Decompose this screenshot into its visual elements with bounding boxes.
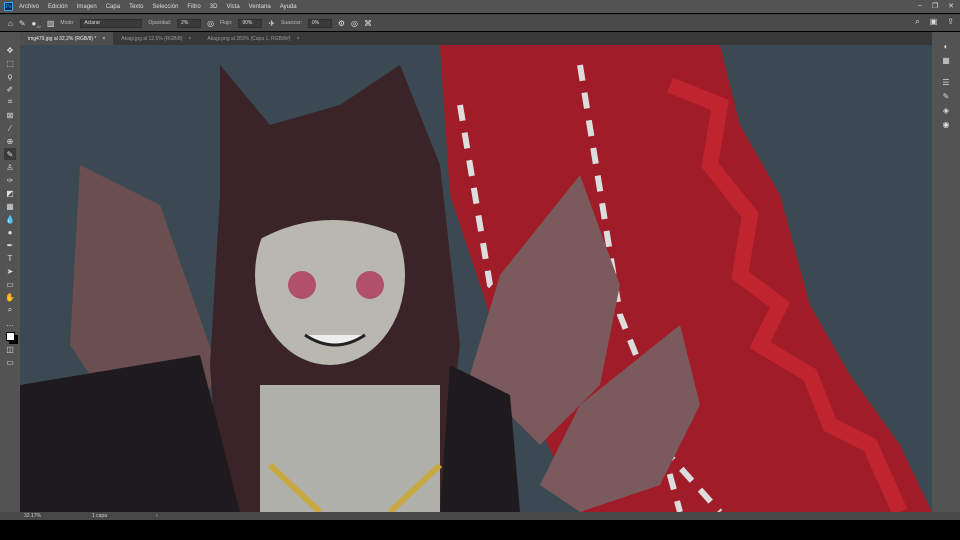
- brush-settings-icon[interactable]: ▨: [47, 19, 55, 28]
- tab-label: Akagi.png al 283% (Capa 1, RGB/8#): [207, 35, 291, 42]
- share-icon[interactable]: ⇪: [947, 17, 954, 27]
- tools-panel: ✥ ⬚ ϙ ✐ ⌗ ⊠ ⁄ ⊕ ✎ ♙ ✑ ◩ ▦ 💧 ● ✒ T ➤ ▭ ✋ …: [0, 32, 20, 512]
- menu-vista[interactable]: Vista: [226, 4, 239, 10]
- move-tool-icon[interactable]: ✥: [4, 44, 16, 56]
- menu-seleccion[interactable]: Selección: [152, 4, 178, 10]
- swatches-panel-icon[interactable]: ▦: [942, 56, 950, 65]
- flow-label: Flujo:: [220, 20, 233, 26]
- status-bar: 32.17% 1 capa ›: [0, 512, 960, 520]
- more-tools-icon[interactable]: …: [4, 317, 16, 329]
- color-swatches-icon[interactable]: [4, 330, 16, 342]
- mode-select[interactable]: Aclarar: [80, 18, 143, 28]
- restore-icon[interactable]: ❐: [932, 2, 938, 10]
- path-select-icon[interactable]: ➤: [4, 265, 16, 277]
- stamp-tool-icon[interactable]: ♙: [4, 161, 16, 173]
- brush-tool-icon[interactable]: ✎: [4, 148, 16, 160]
- gradient-tool-icon[interactable]: ▦: [4, 200, 16, 212]
- close-tab-icon[interactable]: ×: [188, 36, 191, 42]
- options-bar: ⌂ ✎ ● 30 ▨ Modo: Aclarar Opacidad: 2% ◎ …: [0, 14, 960, 31]
- menu-ayuda[interactable]: Ayuda: [280, 4, 297, 10]
- close-window-icon[interactable]: ✕: [948, 2, 954, 10]
- frame-tool-icon[interactable]: ⊠: [4, 109, 16, 121]
- tab-akagi-jpg[interactable]: Akagi.jpg al 12,5% (RGB/8) ×: [113, 32, 199, 45]
- quick-select-tool-icon[interactable]: ✐: [4, 83, 16, 95]
- menu-texto[interactable]: Texto: [129, 4, 143, 10]
- screen-mode-icon[interactable]: ▭: [4, 356, 16, 368]
- gear-icon[interactable]: ⚙: [338, 19, 345, 28]
- flow-field[interactable]: 90%: [238, 18, 263, 28]
- tab-label: Akagi.jpg al 12,5% (RGB/8): [121, 35, 183, 42]
- tab-img479[interactable]: img479.jpg al 32,2% (RGB/8) * ×: [20, 32, 114, 45]
- dodge-tool-icon[interactable]: ●: [4, 226, 16, 238]
- smooth-field[interactable]: 0%: [307, 18, 332, 28]
- pen-tool-icon[interactable]: ✒: [4, 239, 16, 251]
- color-panel-icon[interactable]: ◐: [944, 42, 949, 51]
- smooth-label: Suavizar:: [281, 20, 302, 26]
- eraser-tool-icon[interactable]: ◩: [4, 187, 16, 199]
- mode-label: Modo:: [60, 20, 75, 26]
- document-tabs: img479.jpg al 32,2% (RGB/8) * × Akagi.jpg…: [20, 32, 932, 45]
- type-tool-icon[interactable]: T: [4, 252, 16, 264]
- right-panel-dock: ◐ ▦ ☰ ✎ ◈ ◉: [932, 32, 960, 512]
- menu-ventana[interactable]: Ventana: [249, 4, 271, 10]
- healing-tool-icon[interactable]: ⊕: [4, 135, 16, 147]
- artwork-image: [20, 45, 932, 512]
- airbrush-icon[interactable]: ✈: [268, 19, 275, 28]
- status-arrow-icon[interactable]: ›: [156, 513, 158, 519]
- opacity-label: Opacidad:: [148, 20, 172, 26]
- marquee-tool-icon[interactable]: ⬚: [4, 57, 16, 69]
- home-icon[interactable]: ⌂: [8, 19, 13, 28]
- brush-tool-icon[interactable]: ✎: [19, 19, 26, 28]
- brushes-panel-icon[interactable]: ✎: [943, 92, 950, 101]
- document-canvas[interactable]: [20, 45, 932, 512]
- menu-3d[interactable]: 3D: [210, 4, 218, 10]
- close-tab-icon[interactable]: ×: [296, 36, 299, 42]
- symmetry-icon[interactable]: ⌘: [364, 19, 372, 28]
- zoom-tool-icon[interactable]: ⌕: [4, 304, 16, 316]
- history-brush-icon[interactable]: ✑: [4, 174, 16, 186]
- close-tab-icon[interactable]: ×: [102, 36, 105, 42]
- layer-count: 1 capa: [92, 513, 108, 519]
- tab-label: img479.jpg al 32,2% (RGB/8) *: [28, 35, 97, 42]
- eyedropper-tool-icon[interactable]: ⁄: [4, 122, 16, 134]
- menu-capa[interactable]: Capa: [106, 4, 120, 10]
- opacity-field[interactable]: 2%: [177, 18, 202, 28]
- crop-tool-icon[interactable]: ⌗: [4, 96, 16, 108]
- menu-imagen[interactable]: Imagen: [77, 4, 97, 10]
- tab-akagi-png[interactable]: Akagi.png al 283% (Capa 1, RGB/8#) ×: [199, 32, 307, 45]
- hand-tool-icon[interactable]: ✋: [4, 291, 16, 303]
- blur-tool-icon[interactable]: 💧: [4, 213, 16, 225]
- lasso-tool-icon[interactable]: ϙ: [4, 70, 16, 82]
- menu-edicion[interactable]: Edición: [48, 4, 68, 10]
- photoshop-logo-icon: Ps: [4, 2, 13, 11]
- minimize-icon[interactable]: –: [918, 2, 922, 10]
- zoom-level[interactable]: 32.17%: [24, 513, 92, 519]
- pressure-opacity-icon[interactable]: ◎: [207, 19, 214, 28]
- workspace-icon[interactable]: ▣: [930, 17, 938, 27]
- menu-bar: Ps Archivo Edición Imagen Capa Texto Sel…: [0, 0, 960, 13]
- menu-filtro[interactable]: Filtro: [187, 4, 200, 10]
- menu-archivo[interactable]: Archivo: [19, 4, 39, 10]
- pressure-size-icon[interactable]: ◎: [351, 19, 358, 28]
- brush-size: 30: [36, 23, 41, 29]
- quick-mask-icon[interactable]: ◫: [4, 343, 16, 355]
- layers-panel-icon[interactable]: ◈: [943, 106, 949, 115]
- search-icon[interactable]: ⌕: [915, 17, 919, 27]
- shape-tool-icon[interactable]: ▭: [4, 278, 16, 290]
- channels-panel-icon[interactable]: ◉: [943, 120, 950, 129]
- adjustments-panel-icon[interactable]: ☰: [942, 78, 949, 87]
